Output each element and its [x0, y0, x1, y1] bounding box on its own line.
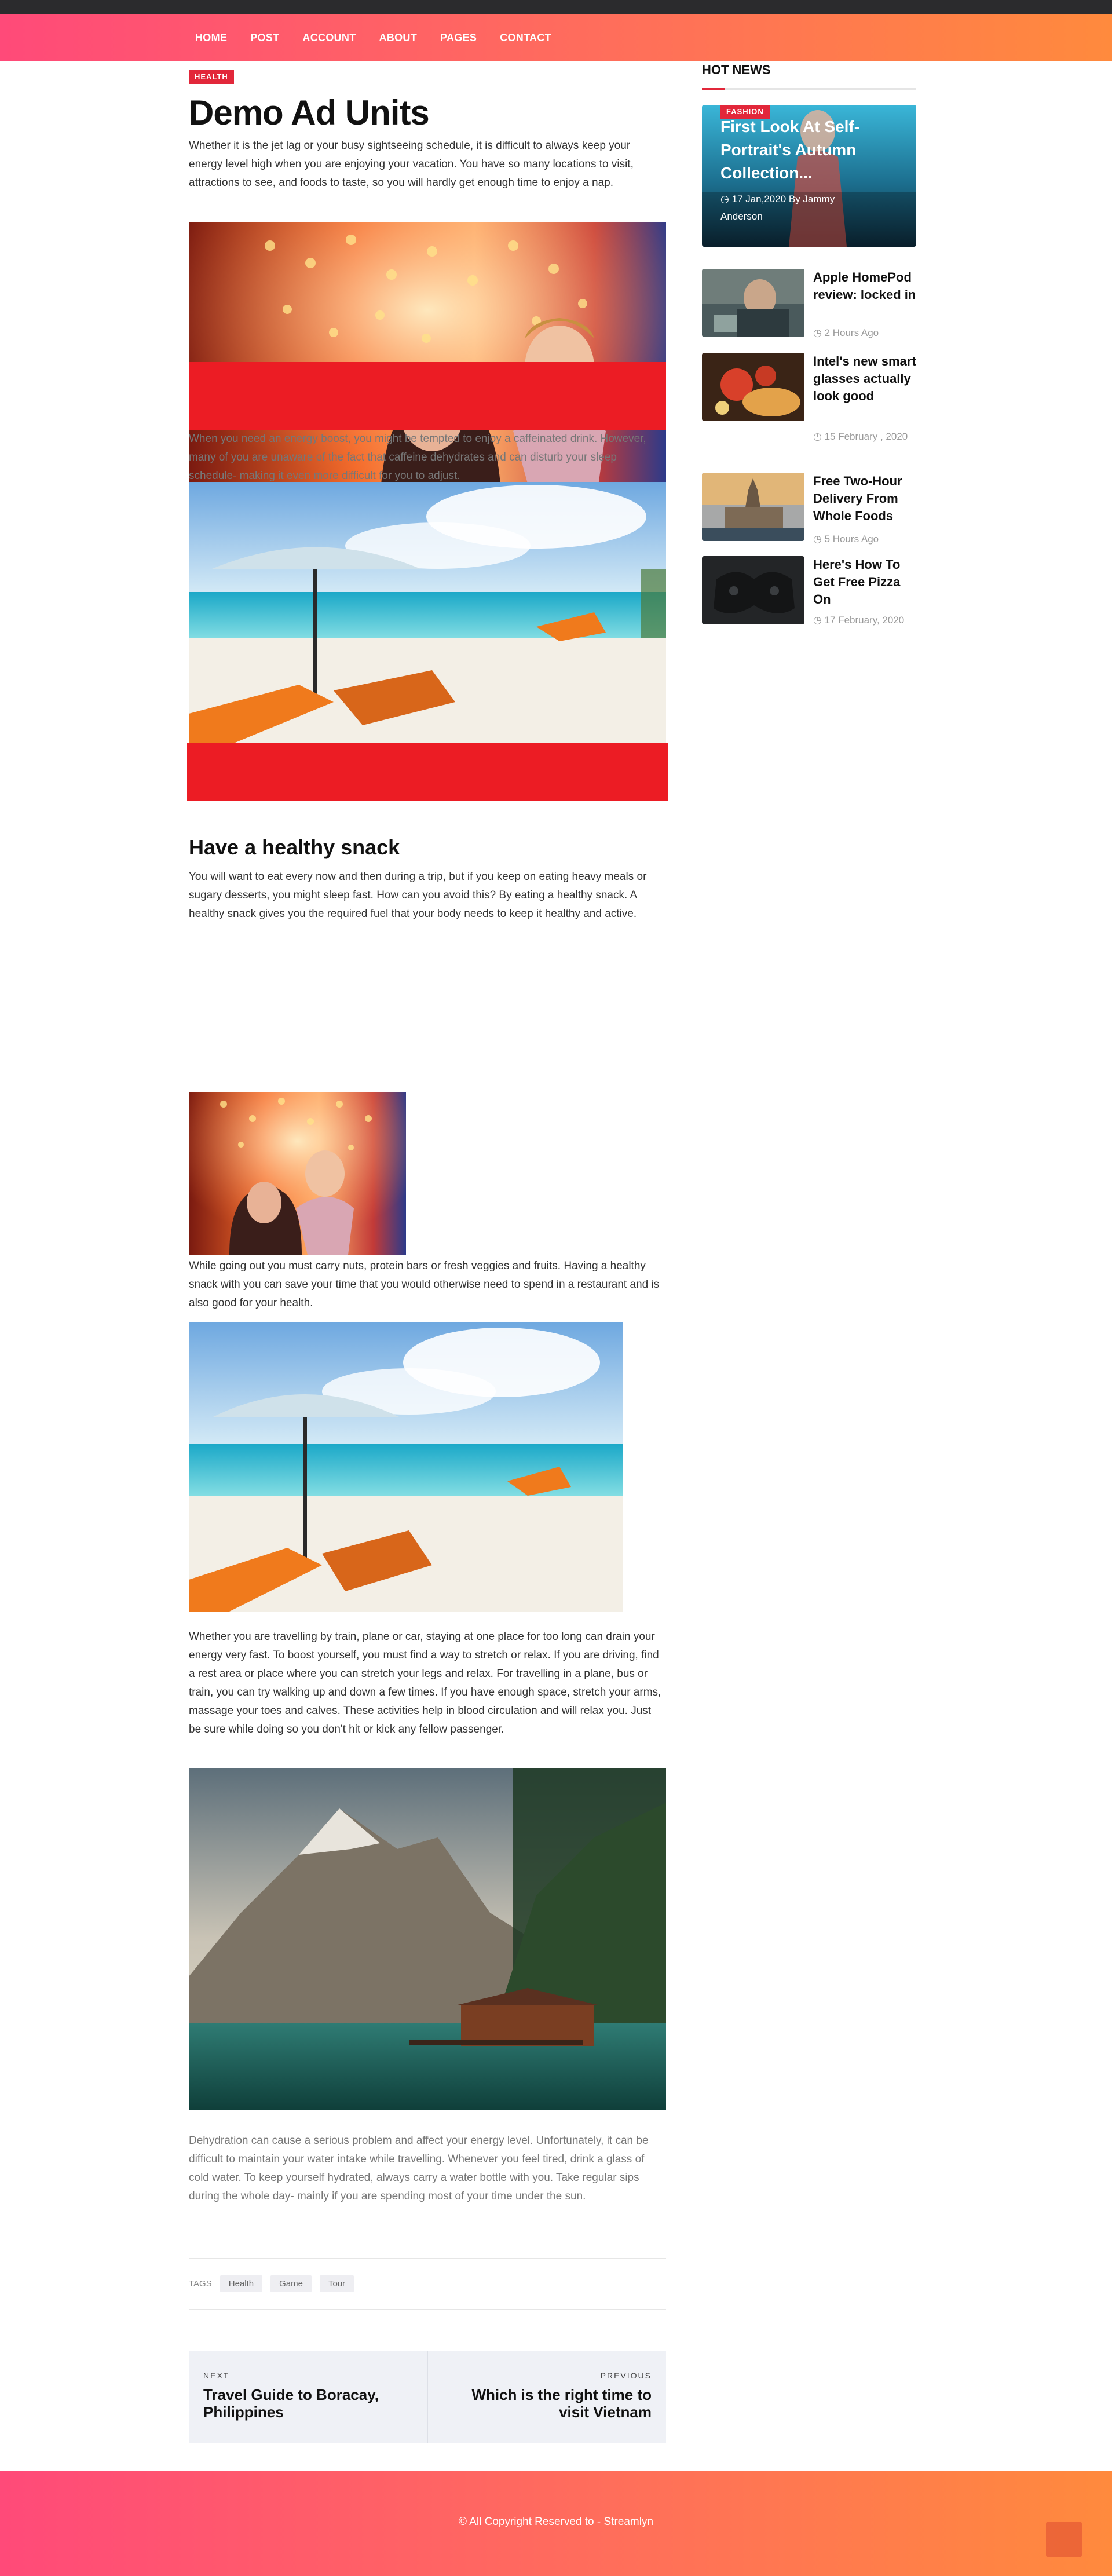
news-time-text: 15 February , 2020 [824, 431, 908, 442]
article-image-beach-medium [189, 1322, 623, 1612]
news-title[interactable]: Intel's new smart glasses actually look … [813, 353, 916, 405]
article-paragraph-2: When you need an energy boost, you might… [189, 433, 646, 482]
feature-meta-text: 17 Jan,2020 By Jammy Anderson [720, 193, 835, 222]
ad-unit-2[interactable] [187, 743, 668, 801]
news-time-text: 2 Hours Ago [824, 327, 879, 338]
hot-news-sidebar: HOT NEWS FASHION First Look At Self-Port… [702, 63, 916, 626]
copyright-text: © All Copyright Reserved to - Streamlyn [458, 2516, 654, 2528]
article-image-lights-small [189, 1092, 406, 1255]
news-time-text: 5 Hours Ago [824, 534, 879, 545]
clock-icon: ◷ [720, 193, 732, 204]
nav-item-home[interactable]: HOME [195, 32, 227, 44]
ad-unit-1[interactable] [189, 362, 666, 430]
news-time: ◷ 2 Hours Ago [813, 324, 916, 342]
tag-game[interactable]: Game [270, 2275, 312, 2292]
previous-post-label: PREVIOUS [600, 2371, 652, 2380]
divider-top [189, 2258, 666, 2259]
news-time: ◷ 15 February , 2020 [813, 428, 916, 445]
clock-icon: ◷ [813, 327, 825, 338]
nav-item-about[interactable]: ABOUT [379, 32, 418, 44]
article-paragraph-6: Dehydration can cause a serious problem … [189, 2135, 649, 2202]
news-title[interactable]: Free Two-Hour Delivery From Whole Foods [813, 473, 916, 525]
feature-title[interactable]: First Look At Self-Portrait's Autumn Col… [720, 115, 888, 185]
news-thumbnail[interactable] [702, 353, 804, 421]
article-image-beach [189, 482, 666, 743]
news-thumbnail[interactable] [702, 473, 804, 541]
news-thumbnail[interactable] [702, 556, 804, 624]
clock-icon: ◷ [813, 431, 825, 442]
feature-meta: ◷ 17 Jan,2020 By Jammy Anderson [720, 191, 848, 225]
section-heading: Have a healthy snack [189, 835, 400, 859]
sidebar-heading-underline [702, 88, 916, 90]
footer: © All Copyright Reserved to - Streamlyn [0, 2471, 1112, 2576]
article-paragraph-3: You will want to eat every now and then … [189, 871, 647, 920]
previous-post-link[interactable]: PREVIOUS Which is the right time to visi… [427, 2351, 666, 2443]
sidebar-heading: HOT NEWS [702, 63, 771, 77]
post-navigation: NEXT Travel Guide to Boracay, Philippine… [189, 2351, 666, 2443]
news-thumbnail[interactable] [702, 269, 804, 337]
news-time-text: 17 February, 2020 [824, 615, 905, 626]
nav-item-post[interactable]: POST [250, 32, 279, 44]
next-post-label: NEXT [203, 2371, 230, 2380]
next-post-title[interactable]: Travel Guide to Boracay, Philippines [203, 2386, 413, 2421]
top-strip [0, 0, 1112, 14]
article-paragraph-4: While going out you must carry nuts, pro… [189, 1260, 660, 1309]
nav-item-contact[interactable]: CONTACT [500, 32, 551, 44]
sidebar-heading-accent [702, 88, 725, 90]
article-paragraph-5: Whether you are travelling by train, pla… [189, 1631, 661, 1735]
nav-item-account[interactable]: ACCOUNT [302, 32, 356, 44]
clock-icon: ◷ [813, 534, 825, 545]
clock-icon: ◷ [813, 615, 825, 626]
tag-health[interactable]: Health [220, 2275, 263, 2292]
news-title[interactable]: Apple HomePod review: locked in [813, 269, 916, 304]
article-intro: Whether it is the jet lag or your busy s… [189, 140, 634, 189]
category-badge[interactable]: HEALTH [189, 70, 234, 84]
page-title: Demo Ad Units [189, 93, 430, 132]
back-to-top-button[interactable] [1046, 2522, 1082, 2557]
previous-post-title[interactable]: Which is the right time to visit Vietnam [442, 2386, 652, 2421]
tag-tour[interactable]: Tour [319, 2275, 354, 2292]
tags-label: TAGS [189, 2279, 212, 2289]
divider-bottom [189, 2309, 666, 2310]
tags-bar: TAGS Health Game Tour [189, 2275, 354, 2292]
nav-item-pages[interactable]: PAGES [440, 32, 477, 44]
article-image-mountain-lake [189, 1768, 666, 2110]
news-time: ◷ 5 Hours Ago [813, 531, 916, 548]
news-time: ◷ 17 February, 2020 [813, 612, 916, 629]
nav-menu: HOME POST ACCOUNT ABOUT PAGES CONTACT [195, 14, 575, 61]
main-navbar: HOME POST ACCOUNT ABOUT PAGES CONTACT [0, 14, 1112, 61]
featured-news-card[interactable]: FASHION First Look At Self-Portrait's Au… [702, 105, 916, 247]
news-title[interactable]: Here's How To Get Free Pizza On [813, 556, 916, 608]
next-post-link[interactable]: NEXT Travel Guide to Boracay, Philippine… [189, 2351, 427, 2443]
